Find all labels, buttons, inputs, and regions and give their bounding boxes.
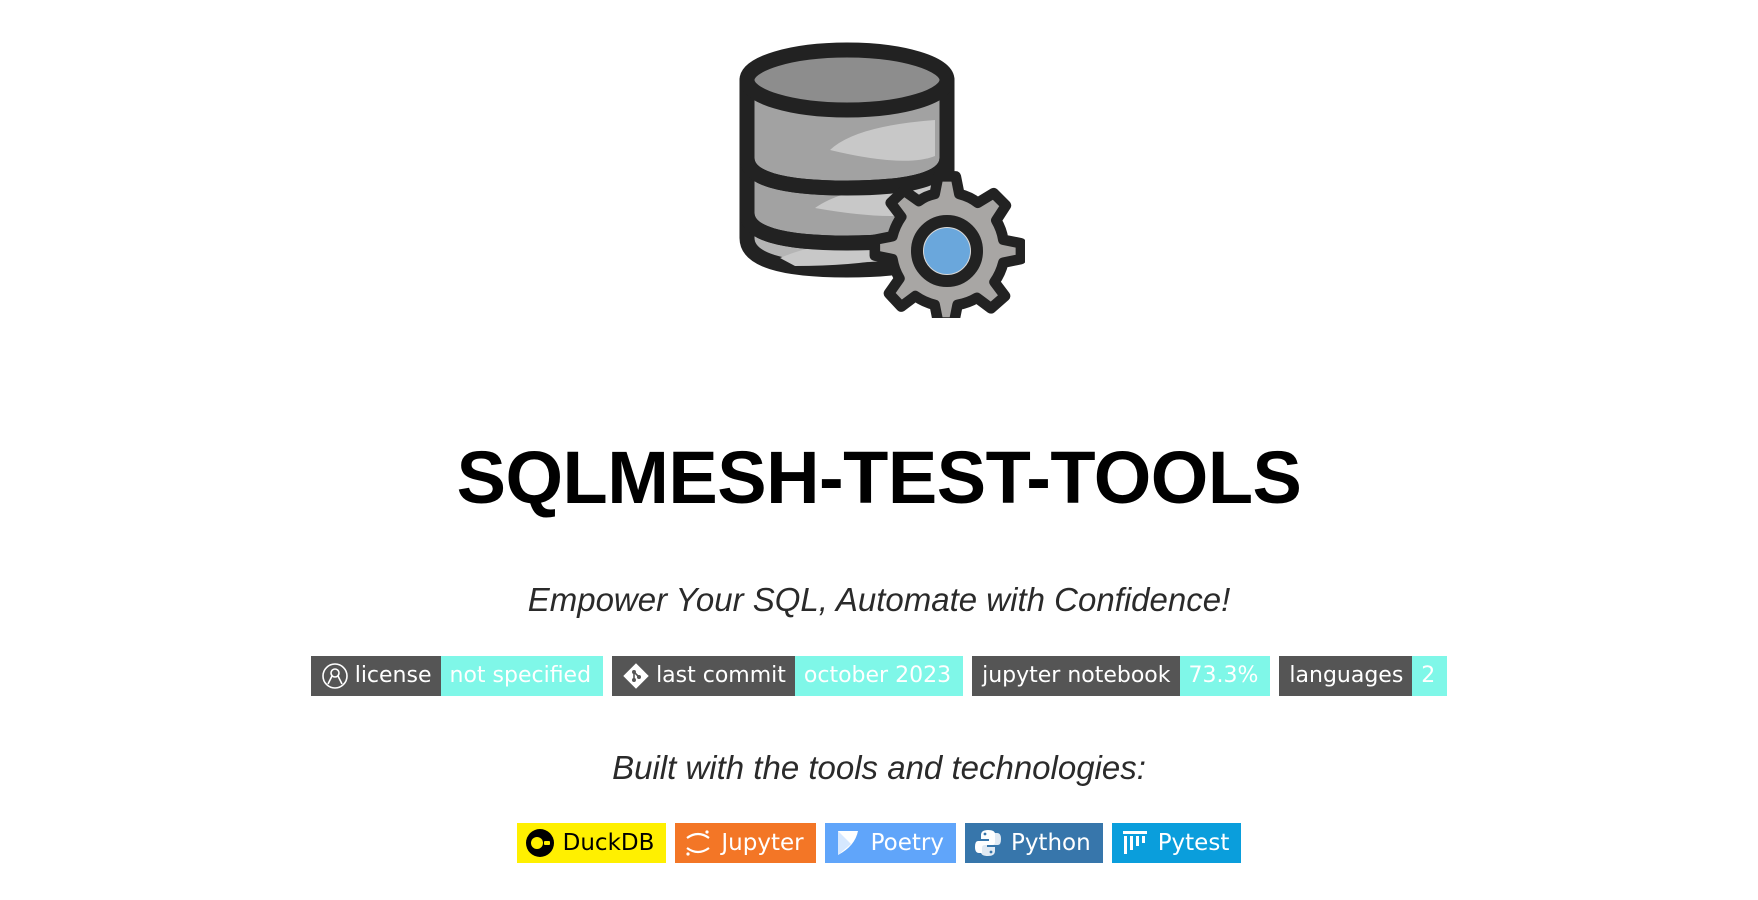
- jupyter-icon: [686, 830, 711, 856]
- last-commit-label: last commit: [656, 663, 786, 688]
- status-badges: license not specified last commit octobe…: [0, 656, 1758, 696]
- languages-badge[interactable]: languages 2: [1279, 656, 1448, 696]
- duckdb-badge[interactable]: DuckDB: [516, 823, 667, 863]
- python-label: Python: [1010, 830, 1091, 856]
- tools-heading: Built with the tools and technologies:: [612, 749, 1146, 786]
- tagline: Empower Your SQL, Automate with Confiden…: [527, 581, 1231, 618]
- badge-label: license: [310, 656, 441, 696]
- badge-label: last commit: [612, 656, 795, 696]
- python-icon: [974, 830, 1001, 856]
- database-gear-icon: [739, 42, 1025, 318]
- jupyter-badge[interactable]: Jupyter: [675, 823, 816, 863]
- languages-label: languages: [1279, 656, 1413, 696]
- tech-badges: DuckDB Jupyter Poetry Python Pytest: [0, 823, 1758, 863]
- top-language-label: jupyter notebook: [972, 656, 1180, 696]
- last-commit-value: october 2023: [794, 656, 964, 696]
- poetry-icon: [837, 831, 858, 855]
- duckdb-label: DuckDB: [562, 830, 655, 856]
- page-title: SQLMESH-TEST-TOOLS: [456, 436, 1302, 519]
- pytest-label: Pytest: [1157, 830, 1230, 856]
- poetry-label: Poetry: [870, 830, 944, 856]
- git-icon: [623, 663, 649, 689]
- duckdb-icon: [525, 829, 554, 857]
- pytest-icon: [1122, 831, 1147, 854]
- top-language-badge[interactable]: jupyter notebook 73.3%: [972, 656, 1271, 696]
- last-commit-badge[interactable]: last commit october 2023: [612, 656, 964, 696]
- license-value: not specified: [440, 656, 604, 696]
- readme-header: SQLMESH-TEST-TOOLS Empower Your SQL, Aut…: [0, 0, 1758, 900]
- poetry-badge[interactable]: Poetry: [824, 823, 956, 863]
- pytest-badge[interactable]: Pytest: [1111, 823, 1242, 863]
- top-language-value: 73.3%: [1179, 656, 1271, 696]
- license-icon: [321, 663, 348, 689]
- languages-value: 2: [1412, 656, 1448, 696]
- license-label: license: [354, 663, 432, 688]
- python-badge[interactable]: Python: [964, 823, 1103, 863]
- license-badge[interactable]: license not specified: [310, 656, 604, 696]
- jupyter-label: Jupyter: [721, 830, 804, 856]
